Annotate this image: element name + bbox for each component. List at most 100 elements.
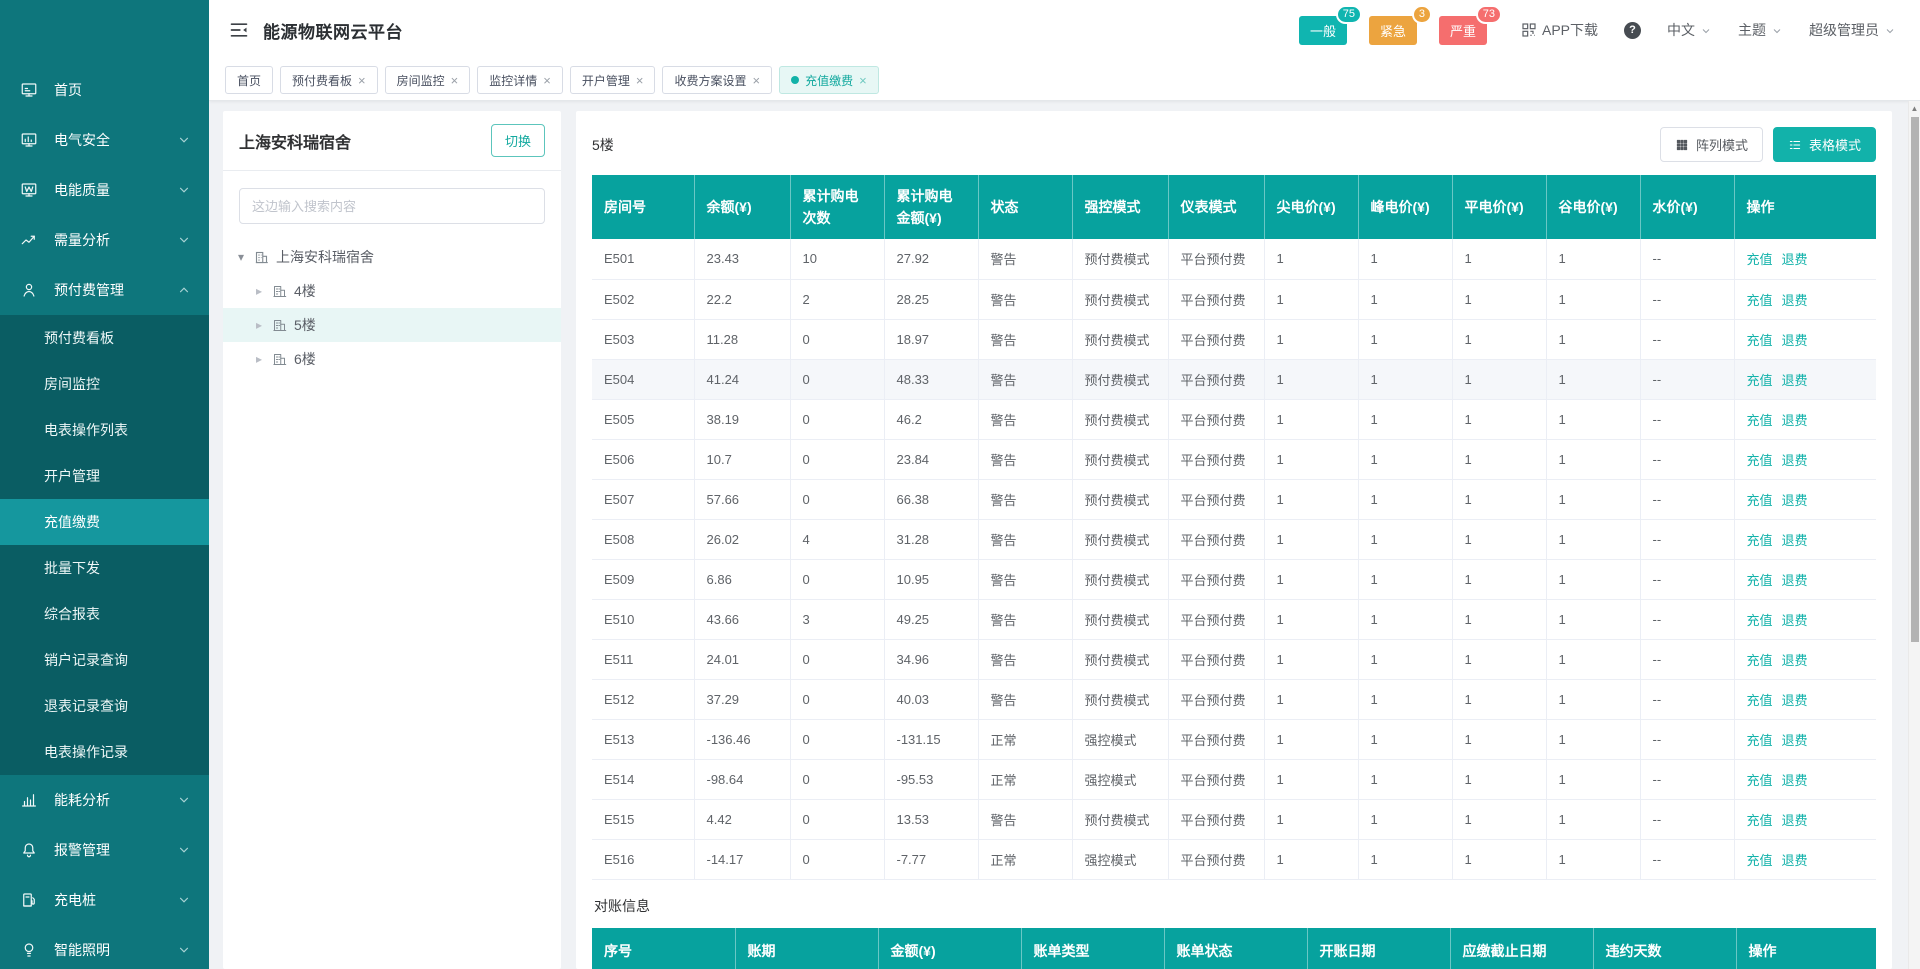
refund-link[interactable]: 退费 [1782, 373, 1808, 388]
recharge-link[interactable]: 充值 [1747, 613, 1773, 628]
refund-link[interactable]: 退费 [1782, 813, 1808, 828]
tab-close-icon[interactable]: × [451, 74, 459, 87]
refund-link[interactable]: 退费 [1782, 533, 1808, 548]
refund-link[interactable]: 退费 [1782, 773, 1808, 788]
recharge-link[interactable]: 充值 [1747, 413, 1773, 428]
refund-link[interactable]: 退费 [1782, 653, 1808, 668]
tab[interactable]: 收费方案设置 × [662, 66, 772, 94]
tab[interactable]: 充值缴费× [779, 66, 879, 94]
alarm-badge[interactable]: 严重73 [1439, 16, 1487, 45]
table-cell: 27.92 [884, 239, 978, 279]
tab-label: 收费方案设置 [674, 72, 746, 89]
sidebar-subitem[interactable]: 电表操作记录 [0, 729, 209, 775]
language-selector[interactable]: 中文 [1667, 20, 1712, 40]
caret-right-icon[interactable]: ▸ [253, 318, 265, 332]
recharge-link[interactable]: 充值 [1747, 773, 1773, 788]
recharge-link[interactable]: 充值 [1747, 453, 1773, 468]
recharge-link[interactable]: 充值 [1747, 733, 1773, 748]
app-download-button[interactable]: APP下载 [1521, 20, 1598, 40]
scroll-up-icon[interactable]: ▲ [1909, 101, 1920, 116]
refund-link[interactable]: 退费 [1782, 413, 1808, 428]
tab-label: 房间监控 [397, 72, 445, 89]
sidebar-item[interactable]: 需量分析 [0, 215, 209, 265]
refund-link[interactable]: 退费 [1782, 333, 1808, 348]
table-cell: 10 [790, 239, 884, 279]
sidebar-subitem[interactable]: 电表操作列表 [0, 407, 209, 453]
sidebar-item[interactable]: 预付费管理 [0, 265, 209, 315]
refund-link[interactable]: 退费 [1782, 693, 1808, 708]
recharge-link[interactable]: 充值 [1747, 293, 1773, 308]
alarm-badge[interactable]: 一般75 [1299, 16, 1347, 45]
recharge-link[interactable]: 充值 [1747, 693, 1773, 708]
recharge-link[interactable]: 充值 [1747, 533, 1773, 548]
sidebar-item[interactable]: 充电桩 [0, 875, 209, 925]
tab[interactable]: 监控详情× [477, 66, 563, 94]
tab-close-icon[interactable]: × [358, 74, 366, 87]
tree-node[interactable]: ▸6楼 [223, 342, 561, 376]
sidebar-subitem[interactable]: 退表记录查询 [0, 683, 209, 729]
theme-selector[interactable]: 主题 [1738, 20, 1783, 40]
search-input[interactable] [239, 188, 545, 224]
help-icon[interactable]: ? [1624, 22, 1641, 39]
tree-node[interactable]: ▸5楼 [223, 308, 561, 342]
sidebar-item[interactable]: 能耗分析 [0, 775, 209, 825]
recharge-link[interactable]: 充值 [1747, 573, 1773, 588]
recharge-link[interactable]: 充值 [1747, 653, 1773, 668]
sidebar-item[interactable]: 报警管理 [0, 825, 209, 875]
tree-root[interactable]: ▾ 上海安科瑞宿舍 [223, 240, 561, 274]
sidebar-subitem[interactable]: 充值缴费 [0, 499, 209, 545]
refund-link[interactable]: 退费 [1782, 613, 1808, 628]
recharge-link[interactable]: 充值 [1747, 333, 1773, 348]
alarm-badge[interactable]: 紧急3 [1369, 16, 1417, 45]
tab-close-icon[interactable]: × [636, 74, 644, 87]
sidebar-item[interactable]: 智能照明 [0, 925, 209, 969]
scrollbar-thumb[interactable] [1911, 117, 1919, 642]
tree-node[interactable]: ▸4楼 [223, 274, 561, 308]
caret-right-icon[interactable]: ▸ [253, 352, 265, 366]
user-menu[interactable]: 超级管理员 [1809, 20, 1896, 40]
sidebar-item[interactable]: 电能质量 [0, 165, 209, 215]
recharge-link[interactable]: 充值 [1747, 853, 1773, 868]
recharge-link[interactable]: 充值 [1747, 813, 1773, 828]
caret-down-icon[interactable]: ▾ [235, 250, 247, 264]
refund-link[interactable]: 退费 [1782, 453, 1808, 468]
view-mode-button[interactable]: 表格模式 [1773, 127, 1876, 162]
caret-right-icon[interactable]: ▸ [253, 284, 265, 298]
switch-button[interactable]: 切换 [491, 124, 545, 157]
recharge-link[interactable]: 充值 [1747, 373, 1773, 388]
sidebar-item-label: 需量分析 [54, 230, 177, 250]
refund-link[interactable]: 退费 [1782, 293, 1808, 308]
sidebar-subitem[interactable]: 批量下发 [0, 545, 209, 591]
refund-link[interactable]: 退费 [1782, 733, 1808, 748]
table-cell: 1 [1452, 479, 1546, 519]
table-cell: 平台预付费 [1168, 479, 1264, 519]
refund-link[interactable]: 退费 [1782, 493, 1808, 508]
column-header: 尖电价(¥) [1264, 175, 1358, 239]
vertical-scrollbar[interactable]: ▲ [1908, 101, 1920, 969]
refund-link[interactable]: 退费 [1782, 252, 1808, 267]
tab-close-icon[interactable]: × [859, 74, 867, 87]
collapse-menu-icon[interactable] [229, 20, 249, 40]
tab[interactable]: 首页 [225, 66, 273, 94]
recharge-link[interactable]: 充值 [1747, 252, 1773, 267]
sidebar-subitem[interactable]: 房间监控 [0, 361, 209, 407]
sidebar-subitem[interactable]: 销户记录查询 [0, 637, 209, 683]
sidebar-item[interactable]: 首页 [0, 65, 209, 115]
recharge-link[interactable]: 充值 [1747, 493, 1773, 508]
table-cell: 1 [1264, 359, 1358, 399]
table-cell: -95.53 [884, 759, 978, 799]
refund-link[interactable]: 退费 [1782, 853, 1808, 868]
tab-close-icon[interactable]: × [543, 74, 551, 87]
tab-close-icon[interactable]: × [752, 74, 760, 87]
tab[interactable]: 预付费看板× [280, 66, 378, 94]
table-cell: E510 [592, 599, 694, 639]
sidebar-subitem[interactable]: 综合报表 [0, 591, 209, 637]
refund-link[interactable]: 退费 [1782, 573, 1808, 588]
table-cell: 13.53 [884, 799, 978, 839]
view-mode-button[interactable]: 阵列模式 [1660, 127, 1763, 162]
tab[interactable]: 房间监控 × [385, 66, 471, 94]
sidebar-item[interactable]: 电气安全 [0, 115, 209, 165]
sidebar-subitem[interactable]: 开户管理 [0, 453, 209, 499]
sidebar-subitem[interactable]: 预付费看板 [0, 315, 209, 361]
tab[interactable]: 开户管理× [570, 66, 656, 94]
